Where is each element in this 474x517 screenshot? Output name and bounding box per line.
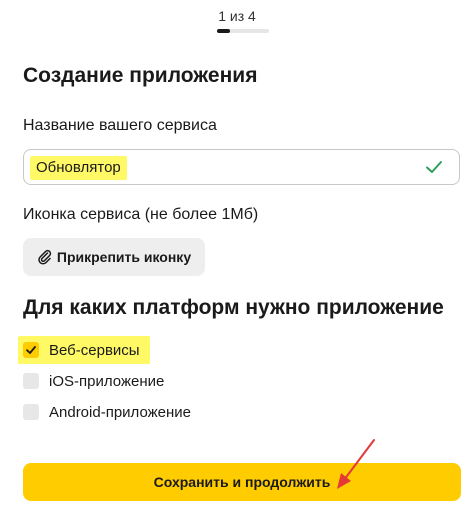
- save-continue-label: Сохранить и продолжить: [153, 474, 331, 490]
- service-name-input[interactable]: Обновлятор: [23, 149, 460, 185]
- service-icon-label: Иконка сервиса (не более 1Мб): [23, 206, 259, 223]
- save-continue-button[interactable]: Сохранить и продолжить: [23, 463, 461, 501]
- progress-bar: [217, 29, 269, 33]
- attach-icon-label: Прикрепить иконку: [56, 249, 192, 265]
- web-label: Веб-сервисы: [49, 341, 140, 359]
- checkmark-icon: [26, 346, 36, 354]
- app-creation-page: 1 из 4 Создание приложения Название ваше…: [0, 0, 474, 517]
- step-indicator: 1 из 4: [218, 8, 256, 24]
- ios-label: iOS-приложение: [49, 372, 165, 390]
- ios-checkbox[interactable]: [23, 373, 39, 389]
- progress-bar-fill: [217, 29, 230, 33]
- android-checkbox[interactable]: [23, 404, 39, 420]
- page-title: Создание приложения: [23, 64, 258, 87]
- checkmark-icon: [426, 161, 442, 173]
- android-label: Android-приложение: [49, 403, 192, 421]
- platform-option-web[interactable]: Веб-сервисы: [18, 336, 150, 364]
- platforms-title: Для каких платформ нужно приложение: [23, 296, 444, 319]
- platform-option-ios[interactable]: iOS-приложение: [18, 367, 164, 395]
- red-arrow-icon: [337, 439, 375, 489]
- service-name-value: Обновлятор: [30, 156, 127, 180]
- platform-option-android[interactable]: Android-приложение: [18, 398, 191, 426]
- web-checkbox[interactable]: [23, 342, 39, 358]
- attach-icon-button[interactable]: Прикрепить иконку: [23, 238, 205, 276]
- paperclip-icon: [38, 249, 52, 265]
- service-name-label: Название вашего сервиса: [23, 117, 217, 134]
